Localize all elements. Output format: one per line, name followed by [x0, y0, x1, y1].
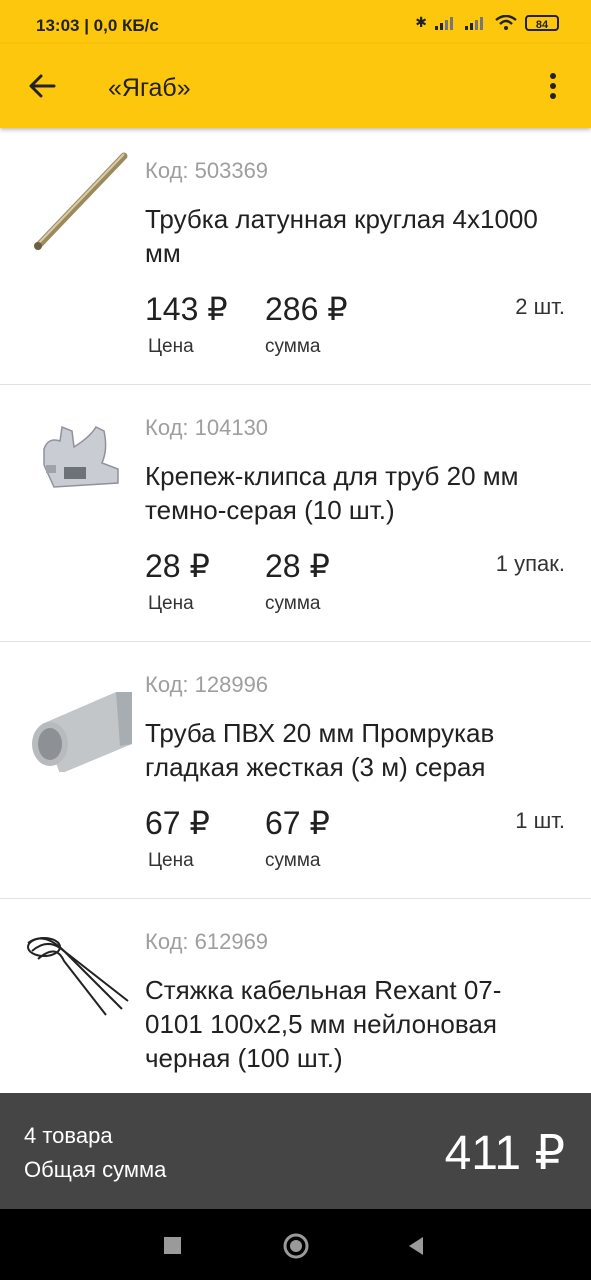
- page-title: «Ягаб»: [108, 74, 191, 102]
- item-code: Код: 503369: [145, 158, 269, 183]
- item-price: 28 ₽: [145, 548, 210, 584]
- item-name: Трубка латунная круглая 4х1000 мм: [145, 204, 538, 268]
- price-label: Цена: [148, 850, 194, 871]
- item-sum: 286 ₽: [265, 291, 348, 327]
- more-vert-icon[interactable]: [535, 68, 571, 104]
- total-label: Общая сумма: [24, 1157, 167, 1182]
- list-item[interactable]: Код: 104130 Крепеж-клипса для труб 20 мм…: [0, 385, 591, 642]
- status-bar: 13:03 | 0,0 КБ/с ✱ 84: [0, 0, 591, 44]
- price-label: Цена: [148, 593, 194, 614]
- sum-label: сумма: [265, 850, 321, 871]
- status-time: 13:03 | 0,0 КБ/с: [36, 16, 159, 35]
- item-code: Код: 128996: [145, 672, 269, 697]
- status-icons: ✱ 84: [415, 14, 559, 31]
- item-code: Код: 104130: [145, 415, 269, 440]
- item-sum: 67 ₽: [265, 805, 330, 841]
- item-quantity: 2 шт.: [515, 294, 565, 319]
- total-amount: 411 ₽: [444, 1127, 565, 1180]
- item-quantity: 1 упак.: [495, 551, 565, 576]
- item-price: 67 ₽: [145, 805, 210, 841]
- back-arrow-icon[interactable]: [24, 68, 60, 104]
- recent-apps-icon[interactable]: [164, 1237, 181, 1254]
- system-nav-bar: [0, 1209, 591, 1280]
- item-quantity: 1 шт.: [515, 808, 565, 833]
- list-item[interactable]: Код: 503369 Трубка латунная круглая 4х10…: [0, 128, 591, 385]
- pipe-clip-image: [43, 425, 119, 488]
- brass-tube-image: [34, 152, 128, 250]
- signal-icon-2: [465, 16, 483, 30]
- item-name: Крепеж-клипса для труб 20 мм темно-серая…: [145, 461, 519, 525]
- app-toolbar: «Ягаб»: [0, 44, 591, 128]
- price-label: Цена: [148, 336, 194, 357]
- pvc-pipe-image: [32, 692, 132, 772]
- battery-icon: 84: [525, 14, 559, 31]
- list-item[interactable]: Код: 128996 Труба ПВХ 20 мм Промрукав гл…: [0, 642, 591, 899]
- bluetooth-icon: ✱: [415, 14, 427, 30]
- sum-label: сумма: [265, 336, 321, 357]
- item-price: 143 ₽: [145, 291, 228, 327]
- home-icon[interactable]: [283, 1233, 309, 1259]
- items-count: 4 товара: [24, 1123, 113, 1148]
- cable-tie-image: [27, 937, 129, 1016]
- nav-back-icon[interactable]: [405, 1235, 427, 1257]
- item-sum: 28 ₽: [265, 548, 330, 584]
- wifi-icon: [495, 14, 517, 30]
- item-code: Код: 612969: [145, 929, 269, 954]
- cart-total-bar: 4 товара Общая сумма 411 ₽: [0, 1093, 591, 1209]
- item-name: Стяжка кабельная Rexant 07-0101 100х2,5 …: [145, 975, 502, 1073]
- item-name: Труба ПВХ 20 мм Промрукав гладкая жестка…: [145, 718, 495, 782]
- signal-icon: [435, 16, 453, 30]
- sum-label: сумма: [265, 593, 321, 614]
